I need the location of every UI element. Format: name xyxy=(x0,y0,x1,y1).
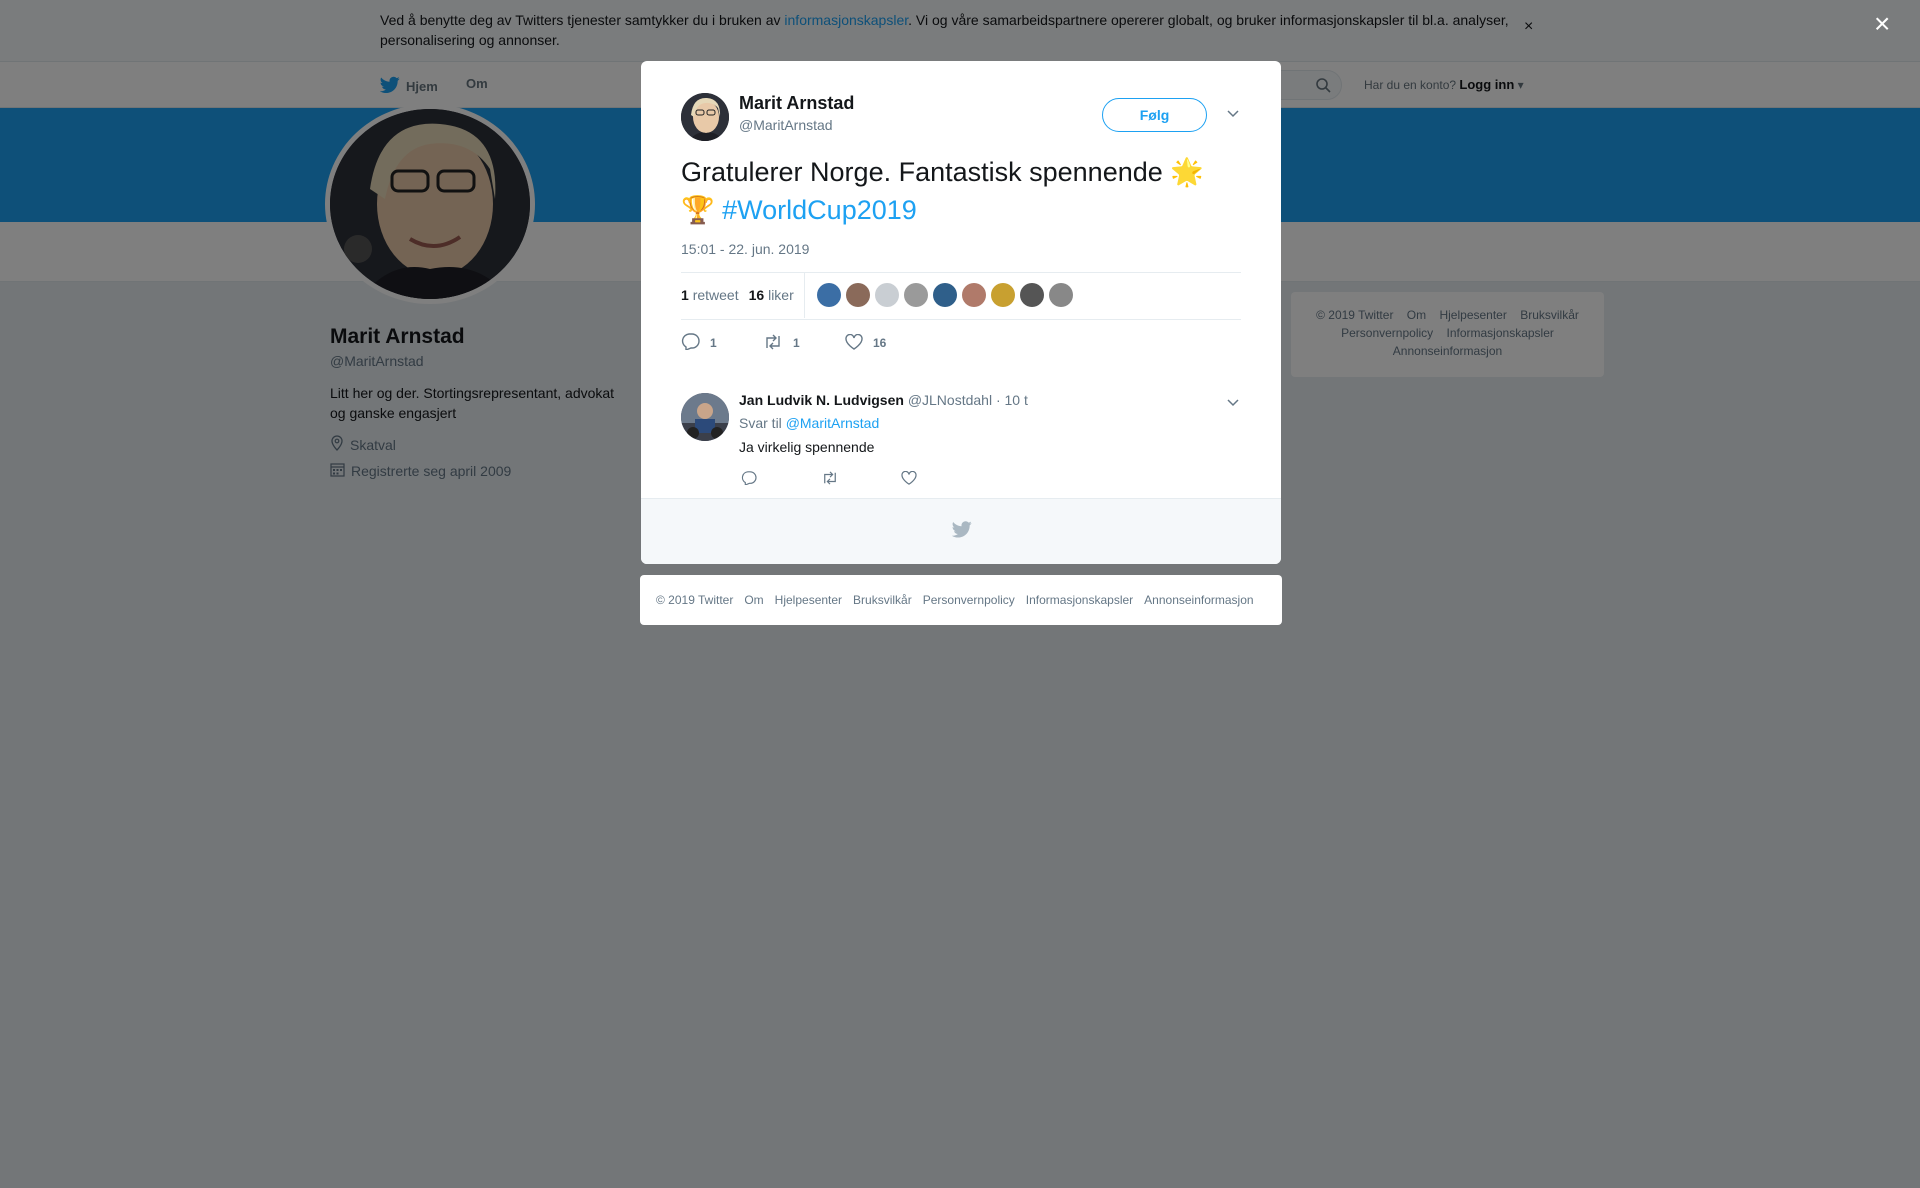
tweet-modal: Marit Arnstad @MaritArnstad Følg Gratule… xyxy=(641,61,1281,564)
reply-like-button[interactable] xyxy=(901,470,981,490)
tweet-stats: 1 retweet 16 liker xyxy=(681,272,1073,318)
footer-link-cookies[interactable]: Informasjonskapsler xyxy=(1026,593,1133,607)
author-avatar[interactable] xyxy=(681,93,729,141)
like-label: liker xyxy=(768,287,794,303)
footer-copyright: © 2019 Twitter xyxy=(656,593,734,607)
reply-text: Ja virkelig spennende xyxy=(739,439,875,455)
reply-to-prefix: Svar til xyxy=(739,415,782,431)
retweet-action-count: 1 xyxy=(793,336,800,350)
liker-avatar[interactable] xyxy=(1019,283,1044,307)
reply-avatar[interactable] xyxy=(681,393,729,441)
reply-to-handle[interactable]: @MaritArnstad xyxy=(786,415,880,431)
retweet-label: retweet xyxy=(692,287,739,303)
star-emoji: 🌟 xyxy=(1170,157,1204,187)
footer-link-terms[interactable]: Bruksvilkår xyxy=(853,593,912,607)
tweet-body: Gratulerer Norge. Fantastisk spennende xyxy=(681,157,1163,187)
author-name[interactable]: Marit Arnstad xyxy=(739,93,854,114)
reply-time[interactable]: · 10 t xyxy=(996,392,1028,408)
liker-avatar[interactable] xyxy=(961,283,986,307)
tweet-text: Gratulerer Norge. Fantastisk spennende 🌟… xyxy=(681,153,1251,229)
reply-to: Svar til @MaritArnstad xyxy=(739,415,879,431)
liker-avatar[interactable] xyxy=(990,283,1015,307)
retweet-icon xyxy=(821,471,839,489)
like-count: 16 xyxy=(748,287,765,303)
modal-bottom-footer: © 2019 Twitter Om Hjelpesenter Bruksvilk… xyxy=(640,575,1282,625)
footer-link-privacy[interactable]: Personvernpolicy xyxy=(923,593,1015,607)
liker-avatar[interactable] xyxy=(932,283,957,307)
like-button[interactable]: 16 xyxy=(845,333,927,353)
liker-avatar[interactable] xyxy=(845,283,870,307)
trophy-emoji: 🏆 xyxy=(681,195,715,225)
reply-author-handle[interactable]: @JLNostdahl xyxy=(908,392,992,408)
reply-reply-button[interactable] xyxy=(741,471,821,490)
retweet-count: 1 xyxy=(681,287,689,303)
reply-count: 1 xyxy=(710,336,717,350)
retweet-stat[interactable]: 1 retweet xyxy=(681,287,739,303)
modal-footer xyxy=(641,498,1281,564)
chevron-down-icon[interactable] xyxy=(1226,106,1240,124)
retweet-button[interactable]: 1 xyxy=(763,334,845,353)
divider xyxy=(681,319,1241,320)
heart-icon xyxy=(901,470,917,489)
liker-avatar[interactable] xyxy=(903,283,928,307)
tweet-actions: 1 1 16 xyxy=(681,333,927,353)
reply-icon xyxy=(741,471,757,489)
twitter-bird-icon xyxy=(951,521,972,543)
liker-avatars xyxy=(816,283,1073,307)
reply-author-name[interactable]: Jan Ludvik N. Ludvigsen xyxy=(739,392,904,408)
heart-icon xyxy=(845,333,863,353)
author-handle[interactable]: @MaritArnstad xyxy=(739,117,833,133)
tweet-timestamp[interactable]: 15:01 - 22. jun. 2019 xyxy=(681,241,809,257)
reply-retweet-button[interactable] xyxy=(821,471,901,490)
footer-link-ads[interactable]: Annonseinformasjon xyxy=(1144,593,1253,607)
footer-link-about[interactable]: Om xyxy=(744,593,763,607)
like-action-count: 16 xyxy=(873,336,887,350)
liker-avatar[interactable] xyxy=(874,283,899,307)
reply-button[interactable]: 1 xyxy=(681,333,763,353)
reply-icon xyxy=(681,333,700,353)
stats-divider xyxy=(803,272,805,318)
retweet-icon xyxy=(763,334,783,353)
liker-avatar[interactable] xyxy=(1048,283,1073,307)
like-stat[interactable]: 16 liker xyxy=(749,287,794,303)
reply-header: Jan Ludvik N. Ludvigsen @JLNostdahl · 10… xyxy=(739,392,1028,408)
footer-link-help[interactable]: Hjelpesenter xyxy=(775,593,842,607)
hashtag-link[interactable]: #WorldCup2019 xyxy=(722,195,917,225)
close-icon[interactable]: × xyxy=(1874,10,1890,38)
reply-actions xyxy=(741,470,981,490)
follow-button[interactable]: Følg xyxy=(1102,98,1207,132)
chevron-down-icon[interactable] xyxy=(1226,395,1240,413)
liker-avatar[interactable] xyxy=(816,283,841,307)
